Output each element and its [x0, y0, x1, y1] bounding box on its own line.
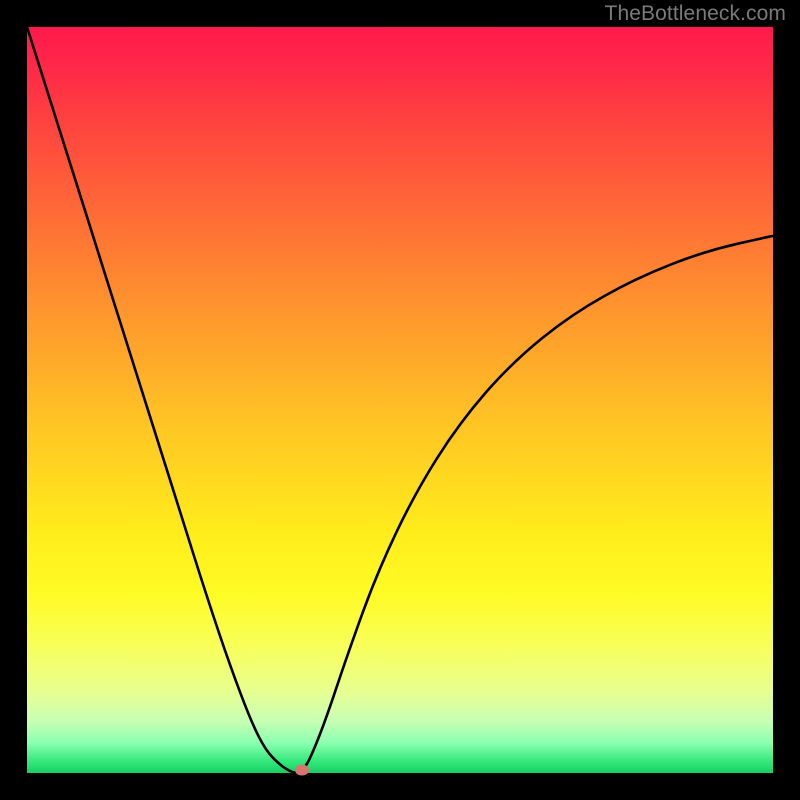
curve-svg: [27, 27, 773, 773]
bottleneck-curve: [27, 27, 773, 773]
minimum-marker: [295, 765, 309, 776]
watermark-text: TheBottleneck.com: [605, 2, 786, 26]
chart-frame: TheBottleneck.com: [0, 0, 800, 800]
plot-area: [27, 27, 773, 773]
